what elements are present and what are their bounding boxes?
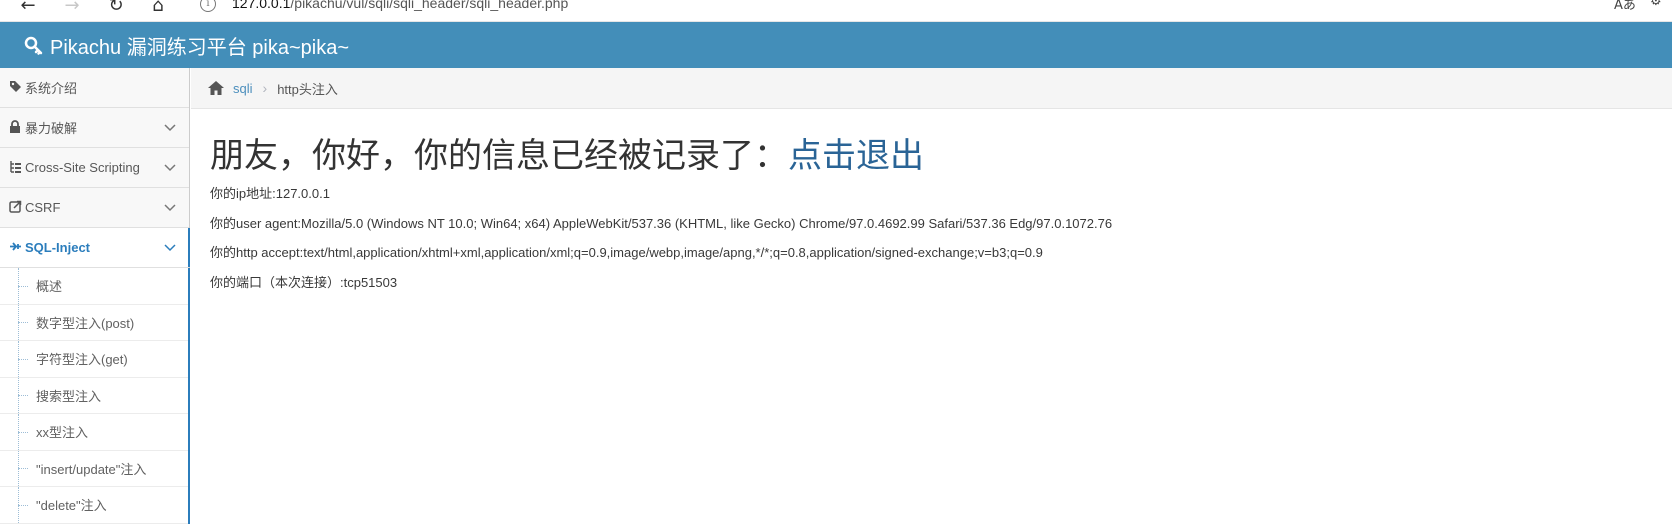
submenu-item-delete[interactable]: "delete"注入 <box>0 487 188 524</box>
submenu-item-insert-update[interactable]: "insert/update"注入 <box>0 450 188 487</box>
lock-icon <box>7 119 23 136</box>
sidebar-item-label: 系统介绍 <box>25 81 78 96</box>
chevron-down-icon <box>164 204 176 212</box>
info-port: 你的端口（本次连接）:tcp51503 <box>210 274 398 290</box>
url-host: 127.0.0.1 <box>232 0 291 11</box>
back-arrow-icon[interactable]: ← <box>16 0 40 18</box>
sidebar-item-csrf[interactable]: CSRF <box>0 188 189 228</box>
list-icon <box>7 160 23 176</box>
app-title-text: Pikachu 漏洞练习平台 pika~pika~ <box>50 37 350 59</box>
breadcrumb: sqli › http头注入 <box>191 68 1672 109</box>
chevron-down-icon <box>164 164 176 172</box>
submenu-item-search[interactable]: 搜索型注入 <box>0 377 188 414</box>
app-header: Pikachu 漏洞练习平台 pika~pika~ <box>0 22 1672 68</box>
app-title[interactable]: Pikachu 漏洞练习平台 pika~pika~ <box>24 31 349 60</box>
submenu-item-string-get[interactable]: 字符型注入(get) <box>0 341 188 378</box>
extensions-gear-icon[interactable]: ⚙ <box>1650 0 1662 9</box>
info-user-agent: 你的user agent:Mozilla/5.0 (Windows NT 10.… <box>210 215 1113 231</box>
sidebar: 系统介绍 暴力破解 Cross-Site Scripting CSRF SQL-… <box>0 68 190 524</box>
sidebar-item-label: Cross-Site Scripting <box>25 160 140 175</box>
address-bar[interactable]: 127.0.0.1/pikachu/vul/sqli/sqli_header/s… <box>232 0 568 11</box>
sql-inject-submenu: 概述 数字型注入(post) 字符型注入(get) 搜索型注入 xx型注入 "i… <box>0 268 190 524</box>
url-path: /pikachu/vul/sqli/sqli_header/sqli_heade… <box>290 0 569 11</box>
chevron-down-icon <box>164 244 176 252</box>
headline-text: 朋友，你好，你的信息已经被记录了： <box>210 137 788 175</box>
sidebar-item-intro[interactable]: 系统介绍 <box>0 68 189 108</box>
submenu-item-overview[interactable]: 概述 <box>0 268 188 305</box>
sidebar-item-sql-inject[interactable]: SQL-Inject <box>0 228 190 268</box>
reload-icon[interactable]: ↻ <box>104 0 128 18</box>
logout-link[interactable]: 点击退出 <box>788 137 924 175</box>
sidebar-item-label: CSRF <box>25 200 61 215</box>
tag-icon <box>7 80 23 96</box>
browser-toolbar: ← → ↻ ⌂ i 127.0.0.1/pikachu/vul/sqli/sql… <box>0 0 1672 22</box>
sidebar-item-label: 暴力破解 <box>25 121 78 136</box>
breadcrumb-separator-icon: › <box>262 80 268 96</box>
forward-arrow-icon[interactable]: → <box>60 0 84 18</box>
sidebar-item-bruteforce[interactable]: 暴力破解 <box>0 108 189 148</box>
home-button-icon[interactable]: ⌂ <box>146 0 170 18</box>
site-info-icon[interactable]: i <box>200 0 216 12</box>
breadcrumb-link-sqli[interactable]: sqli <box>233 81 253 96</box>
sidebar-item-label: SQL-Inject <box>25 240 91 255</box>
breadcrumb-current: http头注入 <box>277 81 338 97</box>
info-http-accept: 你的http accept:text/html,application/xhtm… <box>210 245 1043 260</box>
read-aloud-icon[interactable]: Aあ <box>1614 0 1636 13</box>
submenu-item-numeric-post[interactable]: 数字型注入(post) <box>0 304 188 341</box>
home-icon <box>208 81 224 95</box>
submenu-item-xx[interactable]: xx型注入 <box>0 414 188 451</box>
main-content: 朋友，你好，你的信息已经被记录了：点击退出 你的ip地址:127.0.0.1 你… <box>210 109 1650 297</box>
bolt-icon <box>7 240 23 256</box>
page-title: 朋友，你好，你的信息已经被记录了：点击退出 <box>210 136 1650 176</box>
sidebar-item-xss[interactable]: Cross-Site Scripting <box>0 148 189 188</box>
share-icon <box>7 200 23 216</box>
info-ip: 你的ip地址:127.0.0.1 <box>210 186 330 201</box>
chevron-down-icon <box>164 124 176 132</box>
key-icon <box>24 36 43 55</box>
